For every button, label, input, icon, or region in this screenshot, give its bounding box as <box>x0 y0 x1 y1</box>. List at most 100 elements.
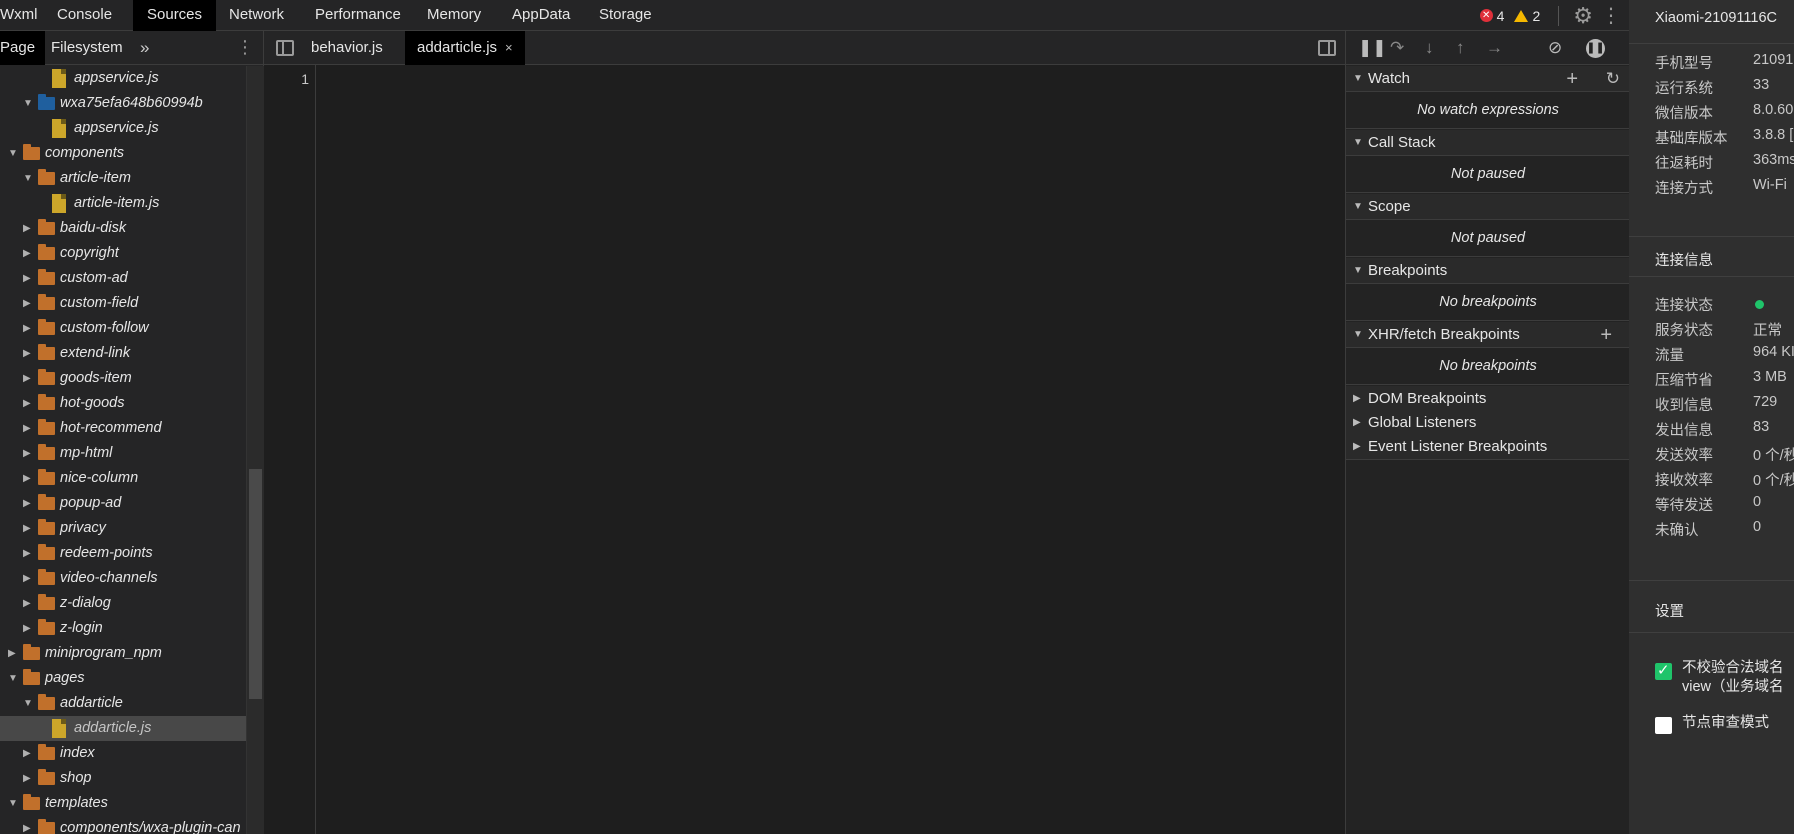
collapse-arrow-icon[interactable]: ▶ <box>23 316 31 341</box>
collapse-arrow-icon[interactable]: ▶ <box>23 441 31 466</box>
section-scope[interactable]: ▼ Scope <box>1346 194 1630 220</box>
section-breakpoints[interactable]: ▼ Breakpoints <box>1346 258 1630 284</box>
warning-count[interactable]: 2 <box>1532 8 1540 24</box>
tree-folder[interactable]: ▶ hot-recommend <box>0 416 246 441</box>
collapse-arrow-icon[interactable]: ▶ <box>23 516 31 541</box>
tree-folder[interactable]: ▶ redeem-points <box>0 541 246 566</box>
collapse-arrow-icon[interactable]: ▶ <box>23 241 31 266</box>
tree-folder[interactable]: ▶ z-dialog <box>0 591 246 616</box>
tree-folder[interactable]: ▶ custom-ad <box>0 266 246 291</box>
tree-folder[interactable]: ▶ miniprogram_npm <box>0 641 246 666</box>
tree-folder[interactable]: ▶ custom-follow <box>0 316 246 341</box>
collapse-arrow-icon[interactable]: ▶ <box>23 766 31 791</box>
tree-folder[interactable]: ▼ wxa75efa648b60994b <box>0 91 246 116</box>
collapse-arrow-icon[interactable]: ▶ <box>23 541 31 566</box>
tree-file[interactable]: addarticle.js <box>0 716 246 741</box>
expand-arrow-icon[interactable]: ▼ <box>23 91 33 116</box>
step-out-icon[interactable]: ↑ <box>1456 38 1465 58</box>
collapse-arrow-icon[interactable]: ▶ <box>1353 434 1361 460</box>
add-icon[interactable]: + <box>1566 66 1578 92</box>
section-xhr-fetch-breakpoints[interactable]: ▼ XHR/fetch Breakpoints + <box>1346 322 1630 348</box>
tab-appdata[interactable]: AppData <box>498 0 584 31</box>
expand-arrow-icon[interactable]: ▼ <box>1353 130 1363 156</box>
navigator-menu-icon[interactable]: ⋮ <box>236 31 254 64</box>
editor-tab-behavior[interactable]: behavior.js <box>299 31 395 65</box>
tree-folder[interactable]: ▶ popup-ad <box>0 491 246 516</box>
tree-folder[interactable]: ▶ video-channels <box>0 566 246 591</box>
section-global-listeners[interactable]: ▶ Global Listeners <box>1346 410 1630 436</box>
collapse-arrow-icon[interactable]: ▶ <box>23 416 31 441</box>
pause-on-exceptions-icon[interactable]: ❚❚ <box>1586 39 1605 58</box>
expand-arrow-icon[interactable]: ▼ <box>1353 258 1363 284</box>
collapse-arrow-icon[interactable]: ▶ <box>23 366 31 391</box>
tree-folder[interactable]: ▶ nice-column <box>0 466 246 491</box>
tree-folder[interactable]: ▶ goods-item <box>0 366 246 391</box>
tree-folder[interactable]: ▶ extend-link <box>0 341 246 366</box>
tab-storage[interactable]: Storage <box>585 0 666 31</box>
tree-folder[interactable]: ▼ templates <box>0 791 246 816</box>
tree-folder[interactable]: ▼ components <box>0 141 246 166</box>
gear-icon[interactable]: ⚙ <box>1573 3 1593 29</box>
section-dom-breakpoints[interactable]: ▶ DOM Breakpoints <box>1346 386 1630 412</box>
toggle-debugger-icon[interactable] <box>1318 40 1336 56</box>
step-into-icon[interactable]: ↓ <box>1425 38 1434 58</box>
editor-tab-addarticle[interactable]: addarticle.js × <box>405 31 525 65</box>
expand-arrow-icon[interactable]: ▼ <box>23 166 33 191</box>
tree-folder[interactable]: ▼ addarticle <box>0 691 246 716</box>
tab-page[interactable]: Page <box>0 31 46 65</box>
warning-icon[interactable] <box>1514 9 1529 22</box>
expand-arrow-icon[interactable]: ▼ <box>1353 322 1363 348</box>
skip-domain-check-checkbox[interactable] <box>1655 661 1672 680</box>
deactivate-breakpoints-icon[interactable]: ⊘ <box>1548 38 1562 58</box>
collapse-arrow-icon[interactable]: ▶ <box>23 591 31 616</box>
tab-sources[interactable]: Sources <box>133 0 217 31</box>
step-icon[interactable]: → <box>1486 38 1503 58</box>
close-icon[interactable]: × <box>505 40 513 55</box>
collapse-arrow-icon[interactable]: ▶ <box>23 341 31 366</box>
collapse-arrow-icon[interactable]: ▶ <box>23 266 31 291</box>
tree-folder[interactable]: ▶ shop <box>0 766 246 791</box>
tab-memory[interactable]: Memory <box>413 0 495 31</box>
collapse-arrow-icon[interactable]: ▶ <box>1353 410 1361 436</box>
tree-folder[interactable]: ▶ hot-goods <box>0 391 246 416</box>
tree-folder[interactable]: ▼ article-item <box>0 166 246 191</box>
section-watch[interactable]: ▼ Watch + ↻ <box>1346 66 1630 92</box>
tree-folder[interactable]: ▶ index <box>0 741 246 766</box>
tree-folder[interactable]: ▶ components/wxa-plugin-can <box>0 816 246 834</box>
collapse-arrow-icon[interactable]: ▶ <box>23 741 31 766</box>
collapse-arrow-icon[interactable]: ▶ <box>8 641 16 666</box>
tab-network[interactable]: Network <box>215 0 298 31</box>
expand-arrow-icon[interactable]: ▼ <box>8 141 18 166</box>
section-call-stack[interactable]: ▼ Call Stack <box>1346 130 1630 156</box>
expand-arrow-icon[interactable]: ▼ <box>8 666 18 691</box>
tab-filesystem[interactable]: Filesystem <box>41 31 133 65</box>
collapse-arrow-icon[interactable]: ▶ <box>1353 386 1361 412</box>
step-over-icon[interactable]: ↷ <box>1390 38 1404 58</box>
add-icon[interactable]: + <box>1600 322 1612 348</box>
collapse-arrow-icon[interactable]: ▶ <box>23 566 31 591</box>
collapse-arrow-icon[interactable]: ▶ <box>23 291 31 316</box>
tab-console[interactable]: Console <box>43 0 126 31</box>
error-icon[interactable]: ✕ <box>1479 9 1493 22</box>
section-event-listener-breakpoints[interactable]: ▶ Event Listener Breakpoints <box>1346 434 1630 460</box>
tree-folder[interactable]: ▶ baidu-disk <box>0 216 246 241</box>
expand-arrow-icon[interactable]: ▼ <box>23 691 33 716</box>
collapse-arrow-icon[interactable]: ▶ <box>23 216 31 241</box>
scrollbar-thumb[interactable] <box>249 469 262 699</box>
expand-arrow-icon[interactable]: ▼ <box>1353 66 1363 92</box>
refresh-icon[interactable]: ↻ <box>1606 66 1620 92</box>
collapse-arrow-icon[interactable]: ▶ <box>23 491 31 516</box>
collapse-arrow-icon[interactable]: ▶ <box>23 391 31 416</box>
code-content[interactable] <box>317 65 1345 834</box>
collapse-arrow-icon[interactable]: ▶ <box>23 466 31 491</box>
collapse-arrow-icon[interactable]: ▶ <box>23 616 31 641</box>
expand-arrow-icon[interactable]: ▼ <box>1353 194 1363 220</box>
collapse-arrow-icon[interactable]: ▶ <box>23 816 31 834</box>
tab-performance[interactable]: Performance <box>301 0 415 31</box>
tree-folder[interactable]: ▶ z-login <box>0 616 246 641</box>
expand-arrow-icon[interactable]: ▼ <box>8 791 18 816</box>
more-menu-icon[interactable]: ⋮ <box>1601 3 1621 28</box>
tree-file[interactable]: article-item.js <box>0 191 246 216</box>
tree-folder[interactable]: ▶ custom-field <box>0 291 246 316</box>
tree-folder[interactable]: ▶ privacy <box>0 516 246 541</box>
